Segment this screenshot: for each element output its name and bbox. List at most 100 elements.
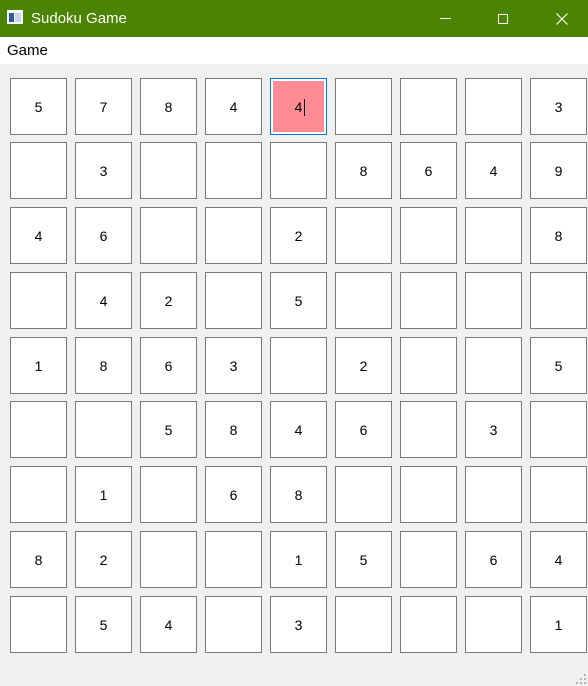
sudoku-cell-r7-c2[interactable]: 1: [75, 466, 132, 523]
sudoku-cell-r9-c6[interactable]: [335, 596, 392, 653]
sudoku-cell-r6-c5[interactable]: 4: [270, 401, 327, 458]
sudoku-cell-r8-c5[interactable]: 1: [270, 531, 327, 588]
sudoku-cell-r6-c3[interactable]: 5: [140, 401, 197, 458]
sudoku-cell-r3-c6[interactable]: [335, 207, 392, 264]
sudoku-cell-r6-c6[interactable]: 6: [335, 401, 392, 458]
sudoku-cell-r6-c8[interactable]: 3: [465, 401, 522, 458]
sudoku-cell-value: 4: [99, 292, 108, 309]
sudoku-cell-value: 4: [229, 98, 238, 115]
sudoku-cell-r8-c3[interactable]: [140, 531, 197, 588]
sudoku-cell-r4-c8[interactable]: [465, 272, 522, 329]
sudoku-cell-r6-c1[interactable]: [10, 401, 67, 458]
sudoku-cell-value: 8: [294, 486, 303, 503]
sudoku-cell-r9-c1[interactable]: [10, 596, 67, 653]
sudoku-cell-r5-c6[interactable]: 2: [335, 337, 392, 394]
sudoku-cell-value: 5: [99, 616, 108, 633]
sudoku-cell-r3-c9[interactable]: 8: [530, 207, 587, 264]
sudoku-cell-r9-c7[interactable]: [400, 596, 457, 653]
sudoku-cell-r8-c1[interactable]: 8: [10, 531, 67, 588]
sudoku-cell-r1-c2[interactable]: 7: [75, 78, 132, 135]
sudoku-cell-value: 6: [164, 357, 173, 374]
sudoku-cell-r8-c9[interactable]: 4: [530, 531, 587, 588]
sudoku-cell-r2-c6[interactable]: 8: [335, 142, 392, 199]
sudoku-cell-value: 3: [554, 98, 563, 115]
sudoku-cell-r2-c7[interactable]: 6: [400, 142, 457, 199]
sudoku-cell-r4-c1[interactable]: [10, 272, 67, 329]
sudoku-cell-r4-c5[interactable]: 5: [270, 272, 327, 329]
sudoku-cell-r8-c4[interactable]: [205, 531, 262, 588]
sudoku-cell-r3-c1[interactable]: 4: [10, 207, 67, 264]
sudoku-cell-r7-c8[interactable]: [465, 466, 522, 523]
sudoku-cell-r6-c7[interactable]: [400, 401, 457, 458]
sudoku-cell-r2-c3[interactable]: [140, 142, 197, 199]
sudoku-cell-value: 4: [34, 227, 43, 244]
sudoku-cell-r9-c4[interactable]: [205, 596, 262, 653]
sudoku-cell-value: 8: [164, 98, 173, 115]
sudoku-cell-r3-c8[interactable]: [465, 207, 522, 264]
sudoku-cell-r8-c7[interactable]: [400, 531, 457, 588]
sudoku-cell-r5-c5[interactable]: [270, 337, 327, 394]
sudoku-cell-value: 6: [424, 162, 433, 179]
sudoku-cell-value: 4: [294, 421, 303, 438]
sudoku-cell-r8-c2[interactable]: 2: [75, 531, 132, 588]
sudoku-cell-r1-c3[interactable]: 8: [140, 78, 197, 135]
sudoku-cell-r6-c2[interactable]: [75, 401, 132, 458]
sudoku-cell-r2-c2[interactable]: 3: [75, 142, 132, 199]
sudoku-cell-r5-c7[interactable]: [400, 337, 457, 394]
sudoku-cell-r6-c9[interactable]: [530, 401, 587, 458]
sudoku-cell-r7-c6[interactable]: [335, 466, 392, 523]
maximize-button[interactable]: [474, 0, 532, 37]
sudoku-cell-r9-c3[interactable]: 4: [140, 596, 197, 653]
sudoku-cell-r4-c9[interactable]: [530, 272, 587, 329]
sudoku-cell-r5-c9[interactable]: 5: [530, 337, 587, 394]
sudoku-cell-r1-c8[interactable]: [465, 78, 522, 135]
sudoku-cell-r4-c4[interactable]: [205, 272, 262, 329]
sudoku-cell-r1-c5[interactable]: 4: [270, 78, 327, 135]
sudoku-cell-r1-c7[interactable]: [400, 78, 457, 135]
sudoku-cell-r5-c2[interactable]: 8: [75, 337, 132, 394]
sudoku-cell-r8-c8[interactable]: 6: [465, 531, 522, 588]
sudoku-cell-r3-c3[interactable]: [140, 207, 197, 264]
sudoku-cell-r2-c8[interactable]: 4: [465, 142, 522, 199]
close-button[interactable]: [533, 0, 588, 37]
sudoku-cell-r4-c6[interactable]: [335, 272, 392, 329]
sudoku-cell-r7-c5[interactable]: 8: [270, 466, 327, 523]
sudoku-cell-r7-c1[interactable]: [10, 466, 67, 523]
sudoku-cell-r9-c8[interactable]: [465, 596, 522, 653]
sudoku-cell-r1-c9[interactable]: 3: [530, 78, 587, 135]
sudoku-cell-r9-c5[interactable]: 3: [270, 596, 327, 653]
sudoku-cell-value: 1: [34, 357, 43, 374]
sudoku-cell-r7-c7[interactable]: [400, 466, 457, 523]
sudoku-cell-r3-c2[interactable]: 6: [75, 207, 132, 264]
sudoku-cell-value: 4: [554, 551, 563, 568]
sudoku-cell-r9-c2[interactable]: 5: [75, 596, 132, 653]
sudoku-cell-r5-c3[interactable]: 6: [140, 337, 197, 394]
sudoku-cell-r3-c7[interactable]: [400, 207, 457, 264]
sudoku-cell-r5-c8[interactable]: [465, 337, 522, 394]
sudoku-cell-r1-c4[interactable]: 4: [205, 78, 262, 135]
resize-grip-icon[interactable]: [576, 674, 586, 684]
sudoku-cell-r2-c9[interactable]: 9: [530, 142, 587, 199]
sudoku-cell-r7-c3[interactable]: [140, 466, 197, 523]
sudoku-cell-value: 4: [164, 616, 173, 633]
sudoku-cell-r1-c6[interactable]: [335, 78, 392, 135]
sudoku-cell-r3-c5[interactable]: 2: [270, 207, 327, 264]
sudoku-cell-r6-c4[interactable]: 8: [205, 401, 262, 458]
sudoku-cell-r2-c4[interactable]: [205, 142, 262, 199]
minimize-button[interactable]: [416, 0, 474, 37]
sudoku-cell-r5-c4[interactable]: 3: [205, 337, 262, 394]
sudoku-cell-r9-c9[interactable]: 1: [530, 596, 587, 653]
sudoku-cell-r4-c3[interactable]: 2: [140, 272, 197, 329]
sudoku-cell-r4-c7[interactable]: [400, 272, 457, 329]
menu-item-game[interactable]: Game: [7, 42, 48, 60]
sudoku-cell-r7-c9[interactable]: [530, 466, 587, 523]
sudoku-cell-r3-c4[interactable]: [205, 207, 262, 264]
sudoku-cell-r5-c1[interactable]: 1: [10, 337, 67, 394]
sudoku-cell-r2-c5[interactable]: [270, 142, 327, 199]
sudoku-cell-r1-c1[interactable]: 5: [10, 78, 67, 135]
sudoku-cell-value: 6: [99, 227, 108, 244]
sudoku-cell-r4-c2[interactable]: 4: [75, 272, 132, 329]
sudoku-cell-r2-c1[interactable]: [10, 142, 67, 199]
sudoku-cell-r8-c6[interactable]: 5: [335, 531, 392, 588]
sudoku-cell-r7-c4[interactable]: 6: [205, 466, 262, 523]
